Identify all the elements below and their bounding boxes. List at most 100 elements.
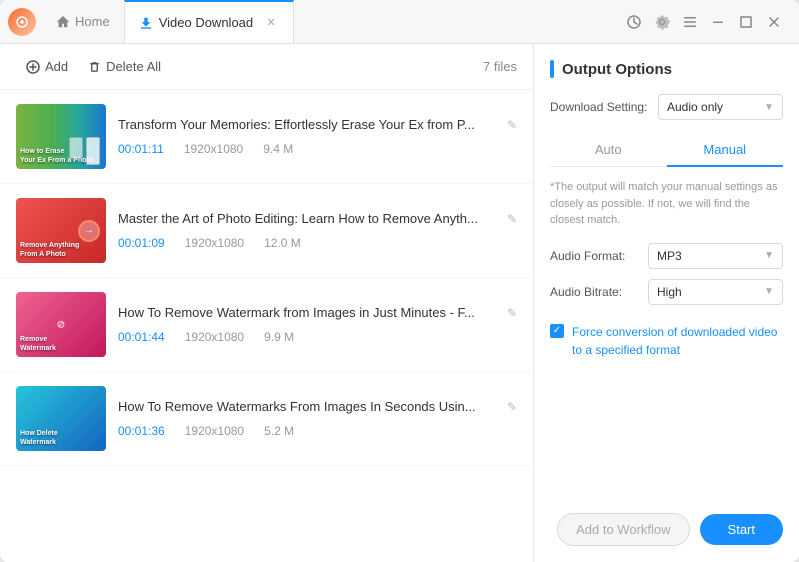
video-info: How To Remove Watermarks From Images In … <box>118 399 517 438</box>
download-setting-row: Download Setting: Audio only ▼ <box>550 94 783 120</box>
house-icon <box>56 15 70 29</box>
start-button[interactable]: Start <box>700 514 783 545</box>
video-thumbnail: Remove AnythingFrom A Photo → <box>16 198 106 263</box>
video-size: 9.4 M <box>263 142 293 156</box>
video-info: Master the Art of Photo Editing: Learn H… <box>118 211 517 250</box>
output-options-title-text: Output Options <box>562 61 672 78</box>
titlebar-tabs: Home Video Download ✕ <box>42 0 625 43</box>
tab-home[interactable]: Home <box>42 0 124 43</box>
minimize-icon[interactable] <box>709 13 727 31</box>
menu-icon[interactable] <box>681 13 699 31</box>
video-title: How To Remove Watermarks From Images In … <box>118 399 501 414</box>
add-button[interactable]: Add <box>16 54 78 79</box>
audio-bitrate-row: Audio Bitrate: High ▼ <box>550 279 783 305</box>
video-resolution: 1920x1080 <box>185 424 244 438</box>
maximize-icon[interactable] <box>737 13 755 31</box>
video-title-row: How To Remove Watermarks From Images In … <box>118 399 517 414</box>
bottom-bar: Add to Workflow Start <box>550 513 783 546</box>
download-icon <box>139 16 153 30</box>
download-setting-label: Download Setting: <box>550 100 650 114</box>
video-duration: 00:01:09 <box>118 236 165 250</box>
output-options-header: Output Options <box>550 60 783 78</box>
mode-tabs: Auto Manual <box>550 134 783 167</box>
thumb-overlay-text: Remove AnythingFrom A Photo <box>20 241 79 259</box>
video-item[interactable]: How to EraseYour Ex From a Photo Transfo… <box>0 90 533 184</box>
video-size: 12.0 M <box>264 236 301 250</box>
video-duration: 00:01:11 <box>118 142 164 156</box>
audio-format-select[interactable]: MP3 ▼ <box>648 243 783 269</box>
video-resolution: 1920x1080 <box>185 330 244 344</box>
video-size: 9.9 M <box>264 330 294 344</box>
tab-close-button[interactable]: ✕ <box>263 15 279 31</box>
video-info: How To Remove Watermark from Images in J… <box>118 305 517 344</box>
toolbar: Add Delete All 7 files <box>0 44 533 90</box>
video-duration: 00:01:44 <box>118 330 165 344</box>
file-count: 7 files <box>483 59 517 74</box>
titlebar: Home Video Download ✕ <box>0 0 799 44</box>
history-icon[interactable] <box>625 13 643 31</box>
video-meta: 00:01:36 1920x1080 5.2 M <box>118 424 517 438</box>
video-list: How to EraseYour Ex From a Photo Transfo… <box>0 90 533 562</box>
manual-note: *The output will match your manual setti… <box>550 179 783 229</box>
video-meta: 00:01:44 1920x1080 9.9 M <box>118 330 517 344</box>
force-convert-checkbox[interactable]: ✓ <box>550 324 564 338</box>
video-title-row: Transform Your Memories: Effortlessly Er… <box>118 117 517 132</box>
video-thumbnail: How DeleteWatermark <box>16 386 106 451</box>
close-icon[interactable] <box>765 13 783 31</box>
video-info: Transform Your Memories: Effortlessly Er… <box>118 117 517 156</box>
video-resolution: 1920x1080 <box>185 236 244 250</box>
video-title-row: How To Remove Watermark from Images in J… <box>118 305 517 320</box>
video-thumbnail: How to EraseYour Ex From a Photo <box>16 104 106 169</box>
audio-format-label: Audio Format: <box>550 249 640 263</box>
video-item[interactable]: How DeleteWatermark How To Remove Waterm… <box>0 372 533 466</box>
edit-icon[interactable]: ✎ <box>507 306 517 320</box>
video-thumbnail: RemoveWatermark ⊘ <box>16 292 106 357</box>
home-tab-label: Home <box>75 14 110 29</box>
format-dropdown-arrow: ▼ <box>764 250 774 261</box>
video-item[interactable]: RemoveWatermark ⊘ How To Remove Watermar… <box>0 278 533 372</box>
video-meta: 00:01:11 1920x1080 9.4 M <box>118 142 517 156</box>
app-window: Home Video Download ✕ <box>0 0 799 562</box>
audio-bitrate-label: Audio Bitrate: <box>550 285 640 299</box>
add-to-workflow-button[interactable]: Add to Workflow <box>557 513 689 546</box>
video-item[interactable]: Remove AnythingFrom A Photo → Master the… <box>0 184 533 278</box>
settings-icon[interactable] <box>653 13 671 31</box>
download-setting-value: Audio only <box>667 100 723 114</box>
trash-icon <box>88 60 101 73</box>
video-title-row: Master the Art of Photo Editing: Learn H… <box>118 211 517 226</box>
video-duration: 00:01:36 <box>118 424 165 438</box>
force-convert-label: Force conversion of downloaded video to … <box>572 323 783 359</box>
audio-bitrate-select[interactable]: High ▼ <box>648 279 783 305</box>
tab-manual[interactable]: Manual <box>667 134 784 167</box>
left-panel: Add Delete All 7 files How to EraseYour … <box>0 44 534 562</box>
edit-icon[interactable]: ✎ <box>507 212 517 226</box>
titlebar-controls <box>625 13 791 31</box>
audio-bitrate-value: High <box>657 285 682 299</box>
audio-format-value: MP3 <box>657 249 682 263</box>
tab-video-download[interactable]: Video Download ✕ <box>124 0 294 43</box>
checkmark-icon: ✓ <box>553 325 561 336</box>
edit-icon[interactable]: ✎ <box>507 118 517 132</box>
video-resolution: 1920x1080 <box>184 142 243 156</box>
force-convert-row: ✓ Force conversion of downloaded video t… <box>550 323 783 359</box>
dropdown-arrow: ▼ <box>764 102 774 113</box>
tab-title: Video Download <box>159 15 253 30</box>
accent-bar <box>550 60 554 78</box>
plus-circle-icon <box>26 60 40 74</box>
video-size: 5.2 M <box>264 424 294 438</box>
edit-icon[interactable]: ✎ <box>507 400 517 414</box>
video-title: Master the Art of Photo Editing: Learn H… <box>118 211 501 226</box>
video-title: Transform Your Memories: Effortlessly Er… <box>118 117 501 132</box>
thumb-overlay-text: RemoveWatermark <box>20 335 56 353</box>
app-icon <box>8 8 36 36</box>
main-content: Add Delete All 7 files How to EraseYour … <box>0 44 799 562</box>
video-title: How To Remove Watermark from Images in J… <box>118 305 501 320</box>
thumb-overlay-text: How DeleteWatermark <box>20 429 58 447</box>
audio-format-row: Audio Format: MP3 ▼ <box>550 243 783 269</box>
right-panel: Output Options Download Setting: Audio o… <box>534 44 799 562</box>
bitrate-dropdown-arrow: ▼ <box>764 286 774 297</box>
download-setting-select[interactable]: Audio only ▼ <box>658 94 783 120</box>
delete-all-button[interactable]: Delete All <box>78 54 171 79</box>
tab-auto[interactable]: Auto <box>550 134 667 167</box>
video-meta: 00:01:09 1920x1080 12.0 M <box>118 236 517 250</box>
